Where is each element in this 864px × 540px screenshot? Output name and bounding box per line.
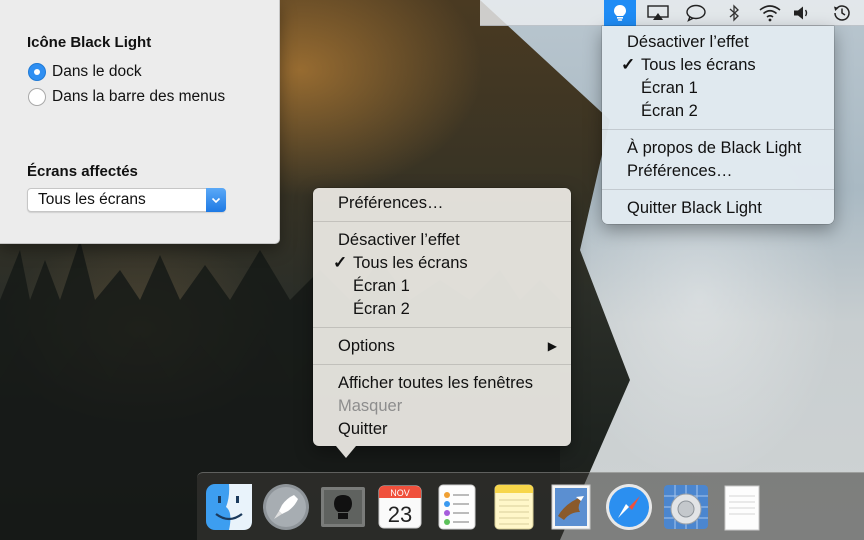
finder-icon xyxy=(206,484,252,530)
wifi-status-item[interactable] xyxy=(754,0,786,26)
dock-menu-item-hide: Masquer xyxy=(313,395,571,417)
dock-calendar[interactable]: NOV 23 xyxy=(375,482,425,532)
dock-menu-item-quit[interactable]: Quitter xyxy=(313,418,571,440)
volume-status-item[interactable] xyxy=(786,0,818,26)
menu-pointer xyxy=(336,446,356,458)
menu-separator xyxy=(313,327,571,328)
menu-item-label: Options xyxy=(338,337,395,355)
popup-chevron-icon xyxy=(206,188,226,212)
menu-item-label: Quitter Black Light xyxy=(627,199,762,217)
menu-item-label: Désactiver l’effet xyxy=(338,231,460,249)
dock-safari[interactable] xyxy=(604,482,654,532)
menu-item-label: Afficher toutes les fenêtres xyxy=(338,374,534,392)
menu-item-label: Écran 2 xyxy=(353,300,410,318)
menu-item-label: À propos de Black Light xyxy=(627,139,802,157)
menu-separator xyxy=(313,364,571,365)
dock-menu-item-options[interactable]: Options ▶ xyxy=(313,335,571,357)
status-menu-item-quit[interactable]: Quitter Black Light xyxy=(602,197,834,219)
safari-icon xyxy=(606,484,652,530)
dock-finder[interactable] xyxy=(204,482,254,532)
submenu-arrow-icon: ▶ xyxy=(547,339,557,353)
dock-textedit[interactable] xyxy=(717,482,767,532)
dock-menu-item-screen-2[interactable]: Écran 2 xyxy=(313,298,571,320)
wifi-icon xyxy=(759,5,781,22)
dock-menu-item-screen-1[interactable]: Écran 1 xyxy=(313,275,571,297)
volume-icon xyxy=(794,6,808,20)
screens-popup-button[interactable]: Tous les écrans xyxy=(27,188,226,212)
menu-item-label: Écran 1 xyxy=(353,277,410,295)
status-menu-item-all-screens[interactable]: ✓ Tous les écrans xyxy=(602,54,834,76)
dock-launchpad[interactable] xyxy=(261,482,311,532)
dock-menu-item-all-screens[interactable]: ✓ Tous les écrans xyxy=(313,252,571,274)
bulb-icon xyxy=(614,5,626,21)
dock-context-menu: Préférences… Désactiver l’effet ✓ Tous l… xyxy=(313,188,571,446)
dock-notes[interactable] xyxy=(489,482,539,532)
menu-separator xyxy=(602,189,834,190)
menu-item-label: Préférences… xyxy=(338,194,444,212)
dock-black-light[interactable] xyxy=(318,482,368,532)
calendar-day: 23 xyxy=(388,502,412,527)
dock: NOV 23 xyxy=(197,472,864,540)
airplay-icon xyxy=(647,5,669,20)
dock-menu-item-preferences[interactable]: Préférences… xyxy=(313,192,571,214)
radio-in-dock[interactable]: Dans le dock xyxy=(28,62,142,82)
radio-button[interactable] xyxy=(28,88,46,106)
bluetooth-status-item[interactable] xyxy=(718,0,750,26)
menu-item-label: Désactiver l’effet xyxy=(627,33,749,51)
select-value: Tous les écrans xyxy=(38,191,146,208)
menu-item-label: Préférences… xyxy=(627,162,733,180)
photo-app-icon xyxy=(664,485,708,529)
textedit-icon xyxy=(724,485,760,531)
status-menu-item-disable-effect[interactable]: Désactiver l’effet xyxy=(602,31,834,53)
dock-reminders[interactable] xyxy=(432,482,482,532)
radio-in-menu-bar[interactable]: Dans la barre des menus xyxy=(28,87,225,107)
dock-photo-app[interactable] xyxy=(661,482,711,532)
calendar-icon: NOV 23 xyxy=(378,485,422,529)
status-menu-item-screen-1[interactable]: Écran 1 xyxy=(602,77,834,99)
menu-bar xyxy=(480,0,864,26)
notes-icon xyxy=(494,484,534,530)
radio-button-checked[interactable] xyxy=(28,63,46,81)
messages-icon xyxy=(686,4,706,22)
menu-item-label: Quitter xyxy=(338,420,388,438)
mail-icon xyxy=(551,484,591,530)
checkmark-icon: ✓ xyxy=(621,55,636,74)
checkmark-icon: ✓ xyxy=(333,253,348,272)
black-light-icon xyxy=(321,487,365,527)
menu-separator xyxy=(313,221,571,222)
launchpad-icon xyxy=(263,484,309,530)
menu-item-label: Écran 1 xyxy=(641,79,698,97)
bluetooth-icon xyxy=(729,4,739,22)
messages-status-item[interactable] xyxy=(680,0,712,26)
preferences-window: Icône Black Light Dans le dock Dans la b… xyxy=(0,0,280,244)
menu-item-label: Écran 2 xyxy=(641,102,698,120)
reminders-icon xyxy=(438,484,476,530)
menu-separator xyxy=(602,129,834,130)
menu-item-label: Masquer xyxy=(338,397,403,415)
menu-item-label: Tous les écrans xyxy=(353,254,468,272)
status-menu-item-about[interactable]: À propos de Black Light xyxy=(602,137,834,159)
radio-label: Dans la barre des menus xyxy=(52,88,226,105)
status-menu-item-preferences[interactable]: Préférences… xyxy=(602,160,834,182)
icon-section-title: Icône Black Light xyxy=(27,34,152,51)
time-machine-status-item[interactable] xyxy=(826,0,858,26)
radio-label: Dans le dock xyxy=(52,63,142,80)
calendar-month: NOV xyxy=(390,488,410,498)
black-light-status-menu: Désactiver l’effet ✓ Tous les écrans Écr… xyxy=(602,26,834,224)
screens-section-title: Écrans affectés xyxy=(27,163,138,180)
airplay-status-item[interactable] xyxy=(642,0,674,26)
dock-menu-item-disable-effect[interactable]: Désactiver l’effet xyxy=(313,229,571,251)
status-menu-item-screen-2[interactable]: Écran 2 xyxy=(602,100,834,122)
dock-mail[interactable] xyxy=(546,482,596,532)
black-light-status-item[interactable] xyxy=(604,0,636,26)
time-machine-icon xyxy=(834,5,850,21)
menu-item-label: Tous les écrans xyxy=(641,56,756,74)
dock-menu-item-show-all-windows[interactable]: Afficher toutes les fenêtres xyxy=(313,372,571,394)
